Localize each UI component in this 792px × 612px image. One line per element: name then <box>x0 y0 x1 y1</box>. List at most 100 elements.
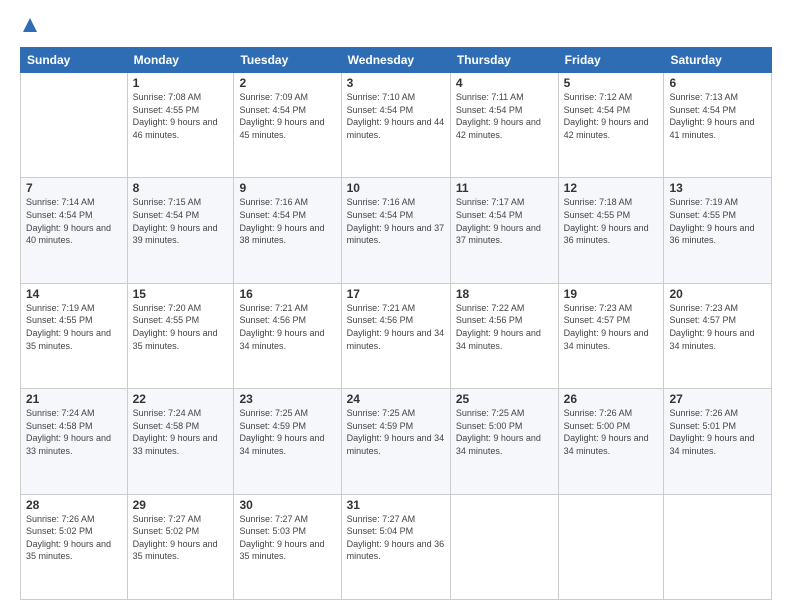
day-number: 5 <box>564 76 659 90</box>
day-info: Sunrise: 7:27 AMSunset: 5:04 PMDaylight:… <box>347 514 445 562</box>
day-info: Sunrise: 7:15 AMSunset: 4:54 PMDaylight:… <box>133 197 218 245</box>
day-info: Sunrise: 7:24 AMSunset: 4:58 PMDaylight:… <box>133 408 218 456</box>
day-number: 3 <box>347 76 445 90</box>
calendar-cell: 26 Sunrise: 7:26 AMSunset: 5:00 PMDaylig… <box>558 389 664 494</box>
calendar-cell: 16 Sunrise: 7:21 AMSunset: 4:56 PMDaylig… <box>234 283 341 388</box>
day-info: Sunrise: 7:09 AMSunset: 4:54 PMDaylight:… <box>239 92 324 140</box>
day-info: Sunrise: 7:27 AMSunset: 5:03 PMDaylight:… <box>239 514 324 562</box>
calendar-cell: 6 Sunrise: 7:13 AMSunset: 4:54 PMDayligh… <box>664 73 772 178</box>
calendar-week-row: 1 Sunrise: 7:08 AMSunset: 4:55 PMDayligh… <box>21 73 772 178</box>
calendar-cell: 3 Sunrise: 7:10 AMSunset: 4:54 PMDayligh… <box>341 73 450 178</box>
day-number: 2 <box>239 76 335 90</box>
day-number: 31 <box>347 498 445 512</box>
day-number: 25 <box>456 392 553 406</box>
logo <box>20 18 37 37</box>
day-info: Sunrise: 7:12 AMSunset: 4:54 PMDaylight:… <box>564 92 649 140</box>
weekday-header-row: SundayMondayTuesdayWednesdayThursdayFrid… <box>21 48 772 73</box>
day-info: Sunrise: 7:17 AMSunset: 4:54 PMDaylight:… <box>456 197 541 245</box>
day-info: Sunrise: 7:13 AMSunset: 4:54 PMDaylight:… <box>669 92 754 140</box>
logo-text <box>20 18 37 37</box>
calendar-week-row: 21 Sunrise: 7:24 AMSunset: 4:58 PMDaylig… <box>21 389 772 494</box>
calendar-cell: 11 Sunrise: 7:17 AMSunset: 4:54 PMDaylig… <box>450 178 558 283</box>
day-number: 18 <box>456 287 553 301</box>
calendar-cell <box>450 494 558 599</box>
day-number: 17 <box>347 287 445 301</box>
calendar-cell <box>664 494 772 599</box>
day-info: Sunrise: 7:10 AMSunset: 4:54 PMDaylight:… <box>347 92 445 140</box>
day-info: Sunrise: 7:23 AMSunset: 4:57 PMDaylight:… <box>564 303 649 351</box>
day-info: Sunrise: 7:19 AMSunset: 4:55 PMDaylight:… <box>669 197 754 245</box>
day-info: Sunrise: 7:18 AMSunset: 4:55 PMDaylight:… <box>564 197 649 245</box>
day-info: Sunrise: 7:26 AMSunset: 5:00 PMDaylight:… <box>564 408 649 456</box>
weekday-header-tuesday: Tuesday <box>234 48 341 73</box>
day-number: 27 <box>669 392 766 406</box>
header <box>20 18 772 37</box>
day-number: 4 <box>456 76 553 90</box>
day-number: 23 <box>239 392 335 406</box>
calendar-cell: 27 Sunrise: 7:26 AMSunset: 5:01 PMDaylig… <box>664 389 772 494</box>
calendar-table: SundayMondayTuesdayWednesdayThursdayFrid… <box>20 47 772 600</box>
calendar-cell: 1 Sunrise: 7:08 AMSunset: 4:55 PMDayligh… <box>127 73 234 178</box>
weekday-header-thursday: Thursday <box>450 48 558 73</box>
day-info: Sunrise: 7:16 AMSunset: 4:54 PMDaylight:… <box>239 197 324 245</box>
day-number: 16 <box>239 287 335 301</box>
day-number: 30 <box>239 498 335 512</box>
day-number: 21 <box>26 392 122 406</box>
page: SundayMondayTuesdayWednesdayThursdayFrid… <box>0 0 792 612</box>
calendar-cell: 8 Sunrise: 7:15 AMSunset: 4:54 PMDayligh… <box>127 178 234 283</box>
weekday-header-sunday: Sunday <box>21 48 128 73</box>
day-info: Sunrise: 7:14 AMSunset: 4:54 PMDaylight:… <box>26 197 111 245</box>
day-number: 9 <box>239 181 335 195</box>
day-number: 10 <box>347 181 445 195</box>
weekday-header-wednesday: Wednesday <box>341 48 450 73</box>
calendar-cell: 19 Sunrise: 7:23 AMSunset: 4:57 PMDaylig… <box>558 283 664 388</box>
calendar-week-row: 28 Sunrise: 7:26 AMSunset: 5:02 PMDaylig… <box>21 494 772 599</box>
calendar-cell: 4 Sunrise: 7:11 AMSunset: 4:54 PMDayligh… <box>450 73 558 178</box>
calendar-cell: 28 Sunrise: 7:26 AMSunset: 5:02 PMDaylig… <box>21 494 128 599</box>
calendar-cell: 12 Sunrise: 7:18 AMSunset: 4:55 PMDaylig… <box>558 178 664 283</box>
calendar-cell: 14 Sunrise: 7:19 AMSunset: 4:55 PMDaylig… <box>21 283 128 388</box>
calendar-cell: 25 Sunrise: 7:25 AMSunset: 5:00 PMDaylig… <box>450 389 558 494</box>
day-info: Sunrise: 7:24 AMSunset: 4:58 PMDaylight:… <box>26 408 111 456</box>
calendar-cell <box>21 73 128 178</box>
day-info: Sunrise: 7:25 AMSunset: 5:00 PMDaylight:… <box>456 408 541 456</box>
day-info: Sunrise: 7:16 AMSunset: 4:54 PMDaylight:… <box>347 197 445 245</box>
day-info: Sunrise: 7:26 AMSunset: 5:01 PMDaylight:… <box>669 408 754 456</box>
day-info: Sunrise: 7:25 AMSunset: 4:59 PMDaylight:… <box>239 408 324 456</box>
calendar-cell: 31 Sunrise: 7:27 AMSunset: 5:04 PMDaylig… <box>341 494 450 599</box>
day-number: 13 <box>669 181 766 195</box>
logo-triangle <box>23 18 37 37</box>
day-info: Sunrise: 7:21 AMSunset: 4:56 PMDaylight:… <box>239 303 324 351</box>
day-number: 12 <box>564 181 659 195</box>
weekday-header-friday: Friday <box>558 48 664 73</box>
calendar-week-row: 14 Sunrise: 7:19 AMSunset: 4:55 PMDaylig… <box>21 283 772 388</box>
day-number: 7 <box>26 181 122 195</box>
calendar-cell: 23 Sunrise: 7:25 AMSunset: 4:59 PMDaylig… <box>234 389 341 494</box>
calendar-cell: 22 Sunrise: 7:24 AMSunset: 4:58 PMDaylig… <box>127 389 234 494</box>
day-number: 24 <box>347 392 445 406</box>
calendar-cell: 2 Sunrise: 7:09 AMSunset: 4:54 PMDayligh… <box>234 73 341 178</box>
day-info: Sunrise: 7:25 AMSunset: 4:59 PMDaylight:… <box>347 408 445 456</box>
calendar-cell: 17 Sunrise: 7:21 AMSunset: 4:56 PMDaylig… <box>341 283 450 388</box>
calendar-cell: 30 Sunrise: 7:27 AMSunset: 5:03 PMDaylig… <box>234 494 341 599</box>
day-info: Sunrise: 7:20 AMSunset: 4:55 PMDaylight:… <box>133 303 218 351</box>
day-info: Sunrise: 7:22 AMSunset: 4:56 PMDaylight:… <box>456 303 541 351</box>
calendar-cell: 7 Sunrise: 7:14 AMSunset: 4:54 PMDayligh… <box>21 178 128 283</box>
day-number: 14 <box>26 287 122 301</box>
calendar-cell: 5 Sunrise: 7:12 AMSunset: 4:54 PMDayligh… <box>558 73 664 178</box>
day-info: Sunrise: 7:23 AMSunset: 4:57 PMDaylight:… <box>669 303 754 351</box>
calendar-cell: 18 Sunrise: 7:22 AMSunset: 4:56 PMDaylig… <box>450 283 558 388</box>
calendar-cell: 24 Sunrise: 7:25 AMSunset: 4:59 PMDaylig… <box>341 389 450 494</box>
day-number: 1 <box>133 76 229 90</box>
day-number: 11 <box>456 181 553 195</box>
day-number: 6 <box>669 76 766 90</box>
day-info: Sunrise: 7:11 AMSunset: 4:54 PMDaylight:… <box>456 92 541 140</box>
day-number: 28 <box>26 498 122 512</box>
day-info: Sunrise: 7:08 AMSunset: 4:55 PMDaylight:… <box>133 92 218 140</box>
day-number: 15 <box>133 287 229 301</box>
calendar-cell: 20 Sunrise: 7:23 AMSunset: 4:57 PMDaylig… <box>664 283 772 388</box>
day-info: Sunrise: 7:19 AMSunset: 4:55 PMDaylight:… <box>26 303 111 351</box>
day-number: 22 <box>133 392 229 406</box>
day-info: Sunrise: 7:27 AMSunset: 5:02 PMDaylight:… <box>133 514 218 562</box>
day-number: 8 <box>133 181 229 195</box>
